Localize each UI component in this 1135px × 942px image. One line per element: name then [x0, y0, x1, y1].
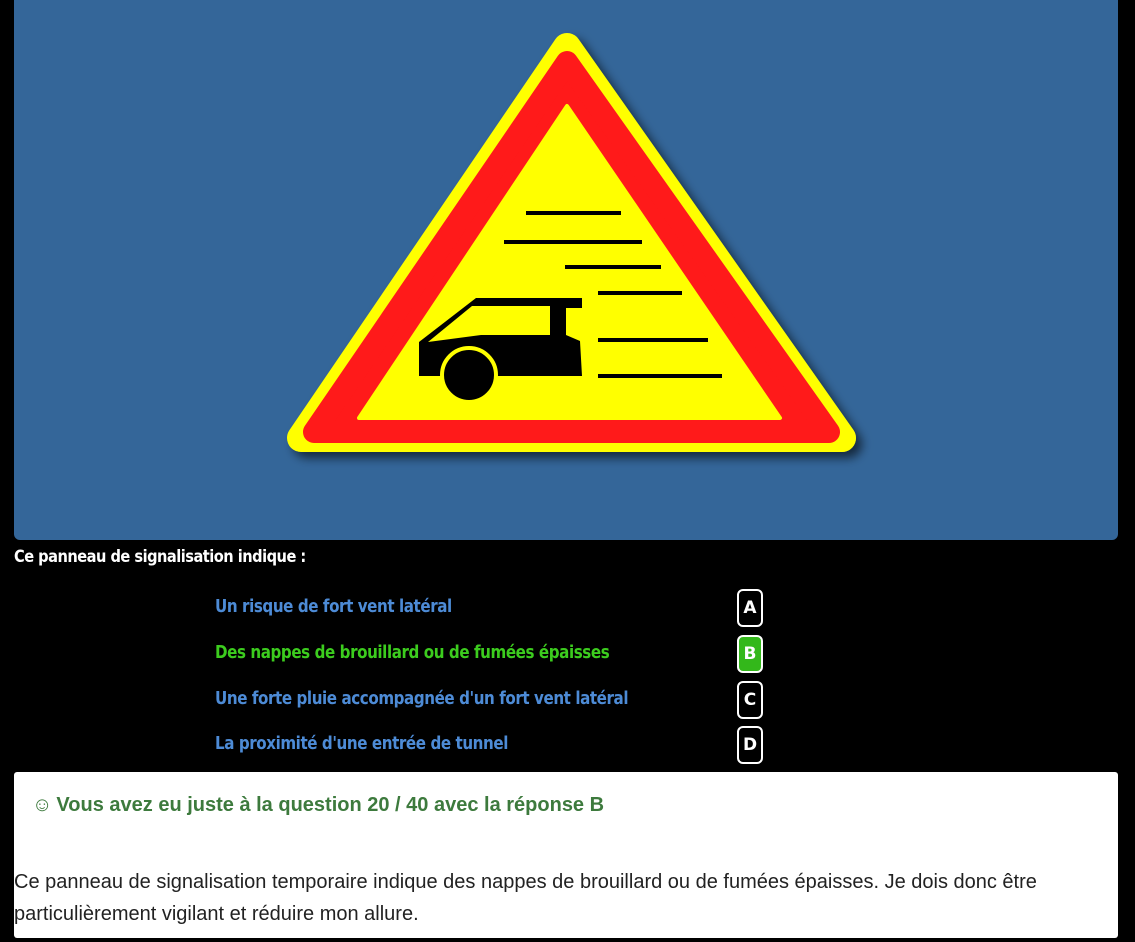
answer-option-d[interactable]: La proximité d'une entrée de tunnel D [0, 725, 1135, 765]
answer-option-b[interactable]: Des nappes de brouillard ou de fumées ép… [0, 634, 1135, 674]
question-text: Ce panneau de signalisation indique : [14, 547, 306, 567]
answer-option-a[interactable]: Un risque de fort vent latéral A [0, 588, 1135, 628]
feedback-panel: ☺ Vous avez eu juste à la question 20 / 4… [14, 772, 1118, 938]
answer-key-badge[interactable]: C [737, 681, 763, 719]
answer-label: Des nappes de brouillard ou de fumées ép… [215, 642, 610, 663]
smiley-icon: ☺ [32, 794, 53, 816]
feedback-explanation: Ce panneau de signalisation temporaire i… [14, 871, 1037, 925]
quiz-page: Ce panneau de signalisation indique : Un… [0, 0, 1135, 942]
answer-key-badge[interactable]: D [737, 726, 763, 764]
answer-key-badge[interactable]: A [737, 589, 763, 627]
answer-key-badge[interactable]: B [737, 635, 763, 673]
sign-image-panel [14, 0, 1118, 540]
fog-warning-sign-icon [287, 33, 856, 452]
answer-option-c[interactable]: Une forte pluie accompagnée d'un fort ve… [0, 680, 1135, 720]
feedback-title-text: Vous avez eu juste à la question 20 / 40… [56, 794, 605, 816]
answer-label: La proximité d'une entrée de tunnel [215, 733, 508, 754]
answer-label: Une forte pluie accompagnée d'un fort ve… [215, 688, 629, 709]
feedback-title: ☺ Vous avez eu juste à la question 20 / 4… [32, 794, 604, 817]
answer-label: Un risque de fort vent latéral [215, 596, 452, 617]
